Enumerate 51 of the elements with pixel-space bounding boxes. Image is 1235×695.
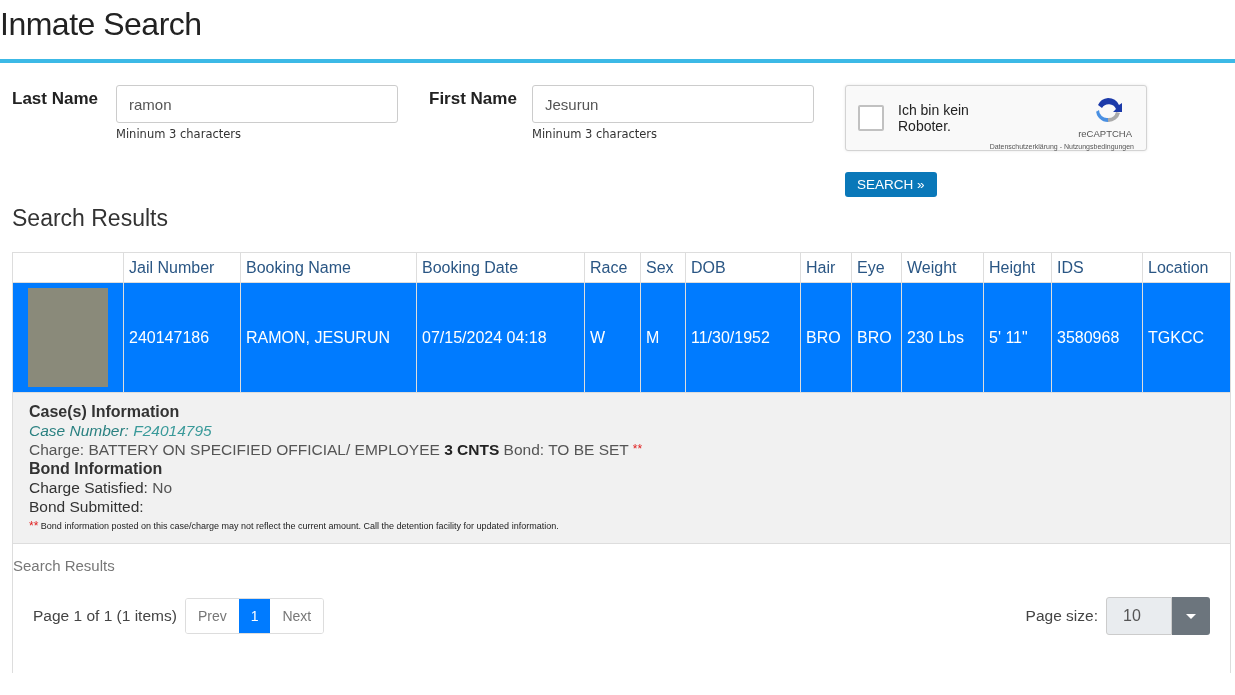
page-size-label: Page size: <box>1025 607 1098 625</box>
search-button[interactable]: SEARCH » <box>845 172 937 197</box>
column-header: Booking Date <box>416 253 585 283</box>
section-heading: Case(s) Information <box>29 402 181 421</box>
column-header: Jail Number <box>123 253 241 283</box>
detail-line: Bond Submitted: <box>29 497 145 516</box>
column-header: IDS <box>1051 253 1143 283</box>
table-cell: 07/15/2024 04:18 <box>416 282 585 393</box>
table-cell: BRO <box>800 282 852 393</box>
captcha-checkbox[interactable] <box>858 105 884 131</box>
page-size-select[interactable]: 10 <box>1106 597 1172 635</box>
table-cell: 11/30/1952 <box>685 282 801 393</box>
field-hint: Mininum 3 characters <box>532 127 659 141</box>
column-header: Weight <box>901 253 984 283</box>
column-header: Race <box>584 253 641 283</box>
column-header: Eye <box>851 253 902 283</box>
table-cell: 230 Lbs <box>901 282 984 393</box>
charge-line: Charge: BATTERY ON SPECIFIED OFFICIAL/ EMPLOYEE 3 CNTS Bond: TO BE SET ** <box>29 440 644 459</box>
column-header: Hair <box>800 253 852 283</box>
field-label: Last Name <box>12 88 99 110</box>
case-number: Case Number: F24014795 <box>29 421 213 440</box>
captcha-brand: reCAPTCHA <box>1078 128 1132 139</box>
dropdown-button[interactable] <box>1172 597 1210 635</box>
detail-line: Charge Satisfied: No <box>29 478 174 497</box>
table-cell: 3580968 <box>1051 282 1143 393</box>
table-cell: M <box>640 282 686 393</box>
bond-note: ** Bond information posted on this case/charge may not reflect the current amount. Call the detention facility for updated information. <box>29 518 560 534</box>
text-input[interactable]: ramon <box>116 85 398 123</box>
field-label: First Name <box>429 88 518 110</box>
column-header: Height <box>983 253 1052 283</box>
table-cell: 240147186 <box>123 282 241 393</box>
table-cell: 5' 11" <box>983 282 1052 393</box>
field-hint: Mininum 3 characters <box>116 127 243 141</box>
column-header: DOB <box>685 253 801 283</box>
results-heading: Search Results <box>11 204 169 233</box>
section-heading: Bond Information <box>29 459 164 478</box>
table-cell: BRO <box>851 282 902 393</box>
caret-icon <box>1186 613 1196 619</box>
column-header: Sex <box>640 253 686 283</box>
table-cell: RAMON, JESURUN <box>240 282 417 393</box>
text-input[interactable]: Jesurun <box>532 85 814 123</box>
page-title: Inmate Search <box>0 5 203 44</box>
captcha-label: Ich bin kein Roboter. <box>898 102 970 134</box>
table-caption: Search Results <box>13 556 116 576</box>
page-summary: Page 1 of 1 (1 items) <box>33 607 177 625</box>
table-row[interactable]: 240147186 RAMON, JESURUN 07/15/2024 04:18 W M 11/30/1952 BRO BRO 230 Lbs 5' 11" 3580968 TGKCC <box>13 282 1230 393</box>
table-cell: W <box>584 282 641 393</box>
column-header: Booking Name <box>240 253 417 283</box>
page-button[interactable]: 1 <box>238 599 271 633</box>
column-header: Location <box>1142 253 1230 283</box>
table-cell: TGKCC <box>1142 282 1230 393</box>
